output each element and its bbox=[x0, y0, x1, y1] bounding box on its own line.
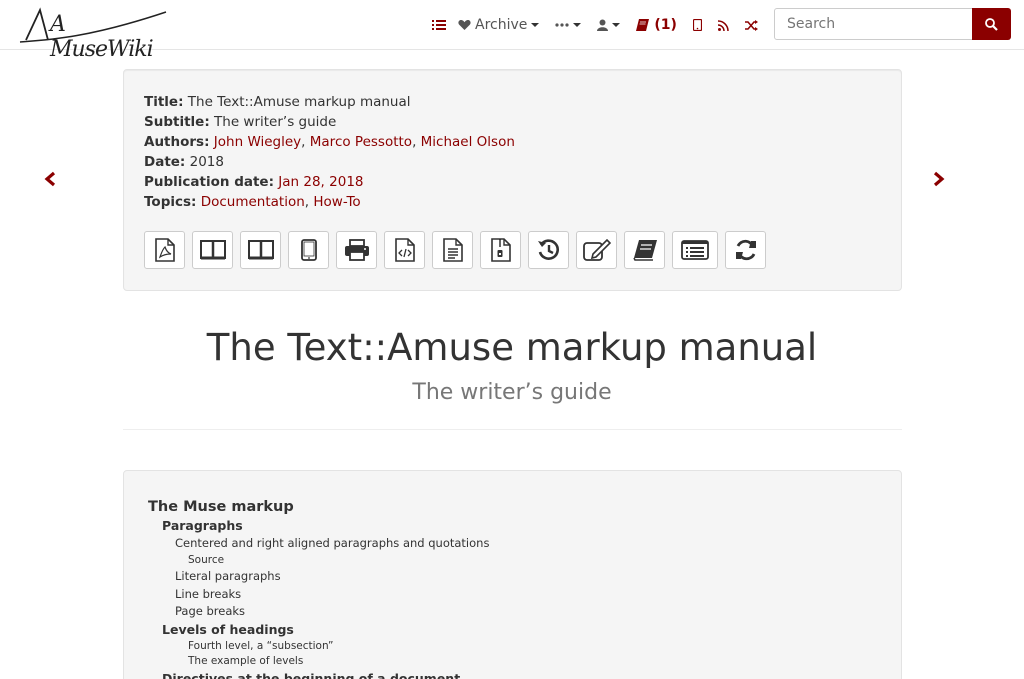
topic-link[interactable]: How-To bbox=[313, 194, 360, 210]
archive-label: Archive bbox=[475, 17, 528, 33]
plain-text-icon bbox=[442, 238, 463, 262]
meta-subtitle-key: Subtitle: bbox=[144, 114, 210, 130]
slides-button[interactable] bbox=[672, 231, 718, 269]
download-pdf-button[interactable] bbox=[144, 231, 185, 269]
text-info-panel: Title: The Text::Amuse markup manual Sub… bbox=[123, 69, 902, 291]
add-to-bookbuilder-button[interactable] bbox=[624, 231, 665, 269]
meta-pubdate-row: Publication date: Jan 28, 2018 bbox=[144, 172, 515, 192]
author-link[interactable]: Michael Olson bbox=[421, 134, 515, 150]
rss-icon bbox=[717, 19, 729, 31]
toc-entry[interactable]: The Muse markup bbox=[148, 497, 489, 517]
meta-date-value: 2018 bbox=[189, 154, 224, 170]
edit-icon bbox=[582, 239, 611, 261]
download-a4-button[interactable] bbox=[192, 231, 233, 269]
toc-entry[interactable]: Line breaks bbox=[148, 586, 489, 604]
download-zip-button[interactable] bbox=[480, 231, 521, 269]
history-icon bbox=[537, 239, 559, 260]
chevron-down-icon bbox=[531, 23, 540, 27]
edit-button[interactable] bbox=[576, 231, 617, 269]
print-icon bbox=[344, 239, 369, 261]
more-menu-button[interactable] bbox=[547, 0, 589, 50]
meta-title-key: Title: bbox=[144, 94, 184, 110]
topic-link[interactable]: Documentation bbox=[201, 194, 305, 210]
meta-topics-row: Topics: Documentation, How-To bbox=[144, 194, 361, 210]
toc-entry[interactable]: Directives at the beginning of a documen… bbox=[148, 670, 489, 679]
toc-entry[interactable]: Levels of headings bbox=[148, 621, 489, 639]
text-metadata: Title: The Text::Amuse markup manual Sub… bbox=[144, 92, 515, 212]
chevron-left-icon bbox=[44, 171, 56, 187]
shuffle-icon bbox=[744, 19, 758, 31]
download-epub-button[interactable] bbox=[288, 231, 329, 269]
download-imposed-button[interactable] bbox=[240, 231, 281, 269]
user-icon bbox=[597, 19, 609, 31]
previous-text-arrow[interactable] bbox=[40, 168, 60, 190]
list-icon bbox=[432, 20, 446, 30]
pdf-icon bbox=[154, 238, 175, 262]
meta-date-key: Date: bbox=[144, 154, 186, 170]
toc-menu-button[interactable] bbox=[424, 0, 454, 50]
archive-menu-button[interactable]: Archive bbox=[454, 0, 547, 50]
slides-icon bbox=[681, 240, 709, 260]
mobile-view-button[interactable] bbox=[685, 0, 710, 50]
logo-text: A MuseWiki bbox=[50, 12, 154, 62]
zip-archive-icon bbox=[490, 238, 511, 262]
author-link[interactable]: Marco Pessotto bbox=[310, 134, 412, 150]
chevron-down-icon bbox=[612, 23, 621, 27]
ellipsis-icon bbox=[555, 23, 569, 27]
toc-entry[interactable]: Source bbox=[148, 553, 489, 569]
toc-entry[interactable]: Fourth level, a “subsection” bbox=[148, 639, 489, 655]
search-icon bbox=[985, 17, 998, 31]
refresh-icon bbox=[735, 239, 756, 261]
author-link[interactable]: John Wiegley bbox=[214, 134, 301, 150]
source-code-icon bbox=[394, 238, 415, 262]
user-menu-button[interactable] bbox=[589, 0, 628, 50]
chevron-down-icon bbox=[573, 23, 582, 27]
random-text-button[interactable] bbox=[737, 0, 766, 50]
table-of-contents: The Muse markup Paragraphs Centered and ri… bbox=[148, 497, 489, 679]
meta-pubdate-key: Publication date: bbox=[144, 174, 274, 190]
download-toolbar bbox=[144, 231, 773, 269]
meta-date-row: Date: 2018 bbox=[144, 152, 515, 172]
mobile-icon bbox=[692, 19, 702, 31]
site-logo[interactable]: A MuseWiki bbox=[18, 4, 168, 62]
heart-icon bbox=[458, 19, 471, 30]
print-button[interactable] bbox=[336, 231, 377, 269]
meta-subtitle-row: Subtitle: The writer’s guide bbox=[144, 112, 515, 132]
pubdate-link[interactable]: Jan 28, 2018 bbox=[278, 174, 363, 190]
chevron-right-icon bbox=[933, 171, 945, 187]
refresh-button[interactable] bbox=[725, 231, 766, 269]
page-subtitle: The writer’s guide bbox=[412, 380, 612, 405]
toc-entry[interactable]: Literal paragraphs bbox=[148, 568, 489, 586]
search-input[interactable] bbox=[774, 8, 973, 40]
next-text-arrow[interactable] bbox=[929, 168, 949, 190]
book-icon bbox=[636, 19, 650, 31]
book-open-icon bbox=[199, 240, 226, 260]
rss-feed-button[interactable] bbox=[710, 0, 737, 50]
bookbuilder-icon bbox=[632, 240, 657, 261]
book-imposed-icon bbox=[247, 240, 274, 260]
bookbuilder-count: (1) bbox=[654, 17, 677, 33]
meta-subtitle-value: The writer’s guide bbox=[214, 114, 337, 130]
meta-authors-key: Authors: bbox=[144, 134, 210, 150]
view-source-button[interactable] bbox=[384, 231, 425, 269]
divider bbox=[123, 429, 902, 430]
meta-authors-row: Authors: John Wiegley, Marco Pessotto, M… bbox=[144, 134, 515, 150]
navbar: A MuseWiki Archive (1) bbox=[0, 0, 1024, 62]
search-button[interactable] bbox=[972, 8, 1011, 40]
toc-entry[interactable]: Centered and right aligned paragraphs an… bbox=[148, 535, 489, 553]
toc-entry[interactable]: Paragraphs bbox=[148, 517, 489, 535]
meta-title-row: Title: The Text::Amuse markup manual bbox=[144, 92, 515, 112]
toc-entry[interactable]: The example of levels bbox=[148, 654, 489, 670]
meta-topics-key: Topics: bbox=[144, 194, 197, 210]
history-button[interactable] bbox=[528, 231, 569, 269]
table-of-contents-panel: The Muse markup Paragraphs Centered and ri… bbox=[123, 470, 902, 679]
toc-entry[interactable]: Page breaks bbox=[148, 603, 489, 621]
plain-text-button[interactable] bbox=[432, 231, 473, 269]
page-title: The Text::Amuse markup manual bbox=[206, 326, 818, 369]
meta-title-value: The Text::Amuse markup manual bbox=[187, 94, 411, 110]
bookbuilder-nav-button[interactable]: (1) bbox=[628, 0, 685, 50]
tablet-icon bbox=[300, 239, 317, 261]
